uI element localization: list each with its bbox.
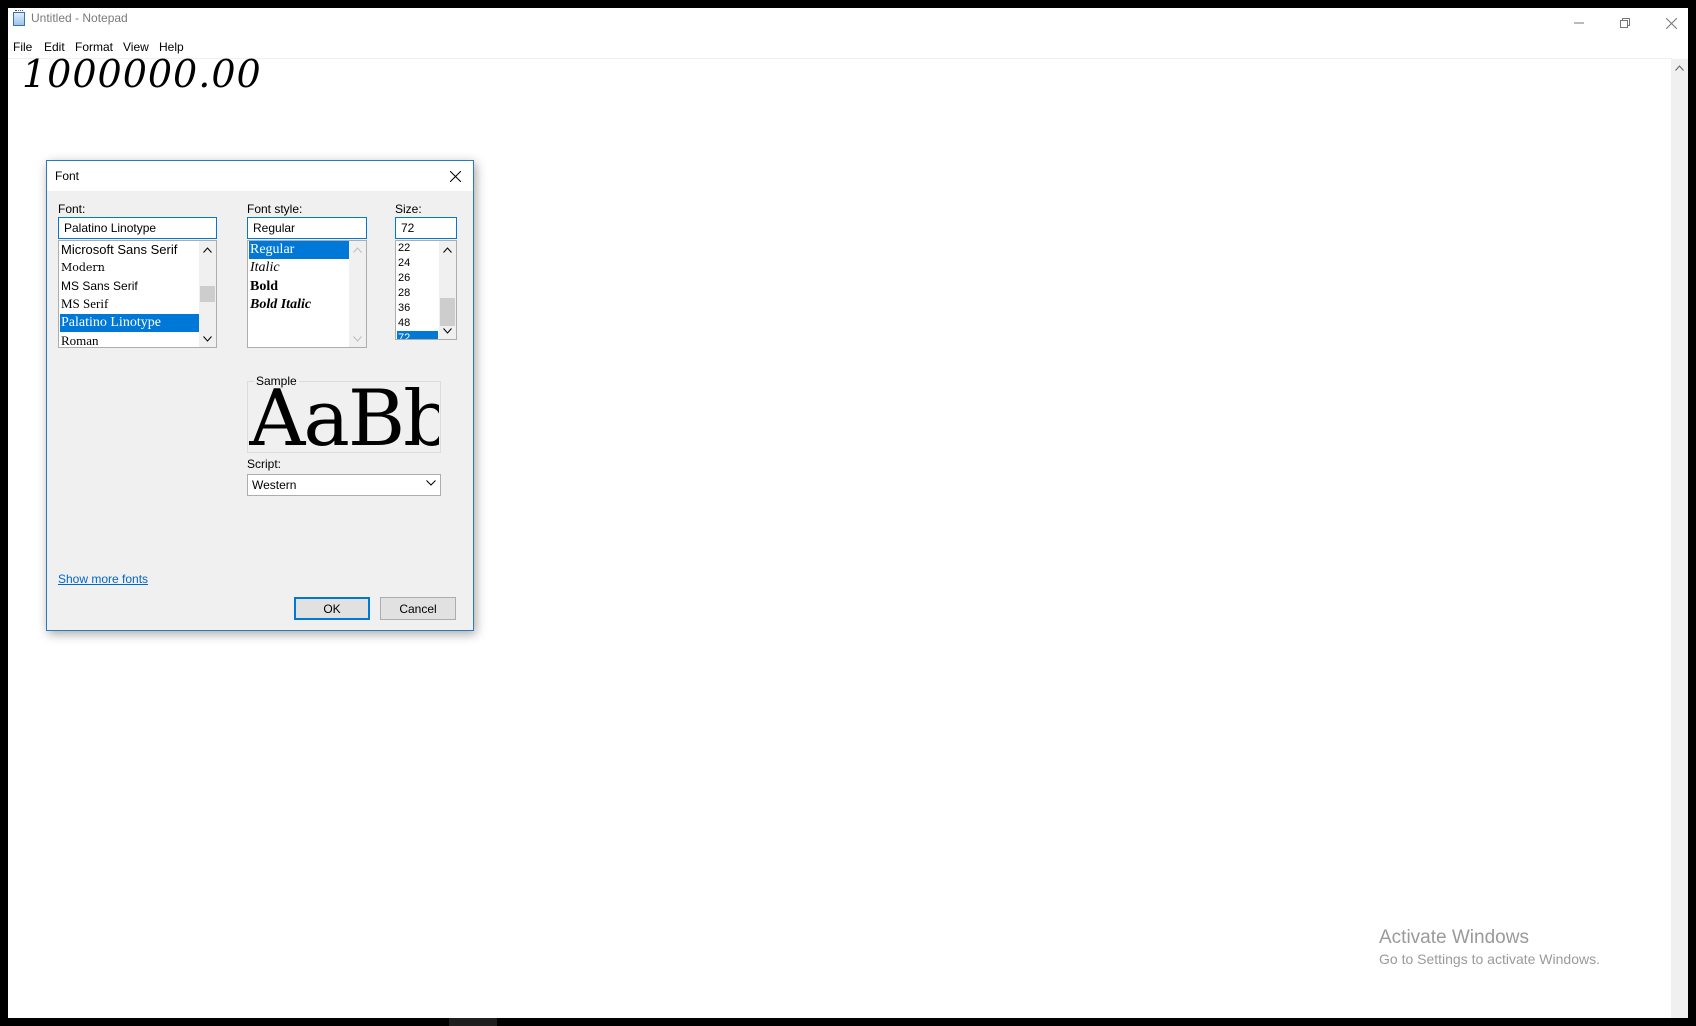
restore-icon	[1620, 18, 1630, 28]
style-list-item[interactable]: Bold Italic	[249, 296, 311, 314]
font-list-item[interactable]: MS Serif	[60, 295, 108, 313]
style-list-item[interactable]: Bold	[249, 278, 278, 296]
watermark-subtitle: Go to Settings to activate Windows.	[1379, 951, 1600, 967]
script-value: Western	[252, 478, 297, 492]
size-label: Size:	[395, 202, 422, 216]
close-button[interactable]	[1648, 8, 1688, 38]
title-bar[interactable]: Untitled - Notepad	[8, 8, 1688, 38]
document-text[interactable]: 1000000.00	[22, 52, 262, 96]
font-name-input[interactable]: Palatino Linotype	[58, 217, 217, 239]
size-list[interactable]: 22 24 26 28 36 48 72	[395, 240, 457, 340]
scroll-down-button[interactable]	[439, 322, 456, 339]
watermark-title: Activate Windows	[1379, 927, 1529, 948]
size-list-item[interactable]: 22	[397, 241, 410, 256]
font-list[interactable]: Microsoft Sans Serif Modern MS Sans Seri…	[58, 240, 217, 348]
font-list-item[interactable]: Roman	[60, 332, 99, 347]
size-input[interactable]: 72	[395, 217, 457, 239]
chevron-down-icon	[353, 335, 362, 342]
font-list-scrollbar[interactable]	[199, 241, 216, 347]
close-icon	[449, 170, 461, 182]
script-select[interactable]: Western	[247, 474, 441, 496]
activate-windows-watermark: Activate Windows Go to Settings to activ…	[1379, 927, 1600, 967]
size-list-item[interactable]: 24	[397, 256, 410, 271]
scroll-down-button[interactable]	[349, 330, 366, 347]
sample-label: Sample	[254, 374, 299, 388]
minimize-button[interactable]	[1556, 8, 1602, 38]
taskbar-active-item[interactable]	[449, 1018, 497, 1026]
style-list-item[interactable]: Italic	[249, 259, 280, 277]
font-list-item[interactable]: MS Sans Serif	[60, 277, 138, 295]
chevron-down-icon	[203, 335, 212, 342]
dialog-title-bar[interactable]: Font	[47, 161, 473, 191]
scroll-up-button[interactable]	[1671, 59, 1688, 76]
window-title: Untitled - Notepad	[31, 11, 128, 25]
close-icon	[1665, 17, 1677, 29]
scroll-down-button[interactable]	[199, 330, 216, 347]
minimize-icon	[1574, 22, 1584, 24]
restore-button[interactable]	[1602, 8, 1648, 38]
notepad-window: Untitled - Notepad File Edit Format View…	[8, 8, 1688, 1018]
font-list-item[interactable]: Microsoft Sans Serif	[60, 241, 177, 259]
editor-vertical-scrollbar[interactable]	[1671, 59, 1688, 1018]
font-label: Font:	[58, 202, 86, 216]
chevron-down-icon	[426, 480, 436, 486]
chevron-down-icon	[443, 327, 452, 334]
size-list-item[interactable]: 48	[397, 316, 410, 331]
notepad-icon	[13, 10, 25, 26]
chevron-up-icon	[353, 246, 362, 253]
size-list-item[interactable]: 28	[397, 286, 410, 301]
size-list-item-selected[interactable]: 72	[397, 331, 438, 339]
cancel-button[interactable]: Cancel	[380, 597, 456, 620]
scroll-up-button[interactable]	[349, 241, 366, 258]
size-list-item[interactable]: 36	[397, 301, 410, 316]
chevron-up-icon	[443, 246, 452, 253]
size-list-item[interactable]: 26	[397, 271, 410, 286]
scroll-up-button[interactable]	[439, 241, 456, 258]
font-list-item[interactable]: Modern	[60, 259, 105, 277]
font-style-input[interactable]: Regular	[247, 217, 367, 239]
dialog-close-button[interactable]	[437, 161, 473, 191]
sample-preview: AaBbYyZz	[249, 387, 439, 451]
scroll-up-button[interactable]	[199, 241, 216, 258]
font-list-item-selected[interactable]: Palatino Linotype	[60, 314, 200, 332]
dialog-title: Font	[55, 169, 80, 183]
chevron-up-icon	[203, 246, 212, 253]
chevron-up-icon	[1675, 64, 1684, 71]
style-list-item-selected[interactable]: Regular	[249, 241, 350, 259]
ok-button[interactable]: OK	[294, 597, 370, 620]
show-more-fonts-link[interactable]: Show more fonts	[58, 572, 148, 586]
font-style-list[interactable]: Regular Italic Bold Bold Italic	[247, 240, 367, 348]
script-label: Script:	[247, 457, 282, 471]
scroll-thumb[interactable]	[200, 286, 215, 302]
font-dialog: Font Font: Palatino Linotype Microsoft S…	[46, 160, 474, 631]
size-list-scrollbar[interactable]	[439, 241, 456, 339]
font-style-label: Font style:	[247, 202, 303, 216]
style-list-scrollbar[interactable]	[349, 241, 366, 347]
taskbar	[0, 1018, 1696, 1026]
